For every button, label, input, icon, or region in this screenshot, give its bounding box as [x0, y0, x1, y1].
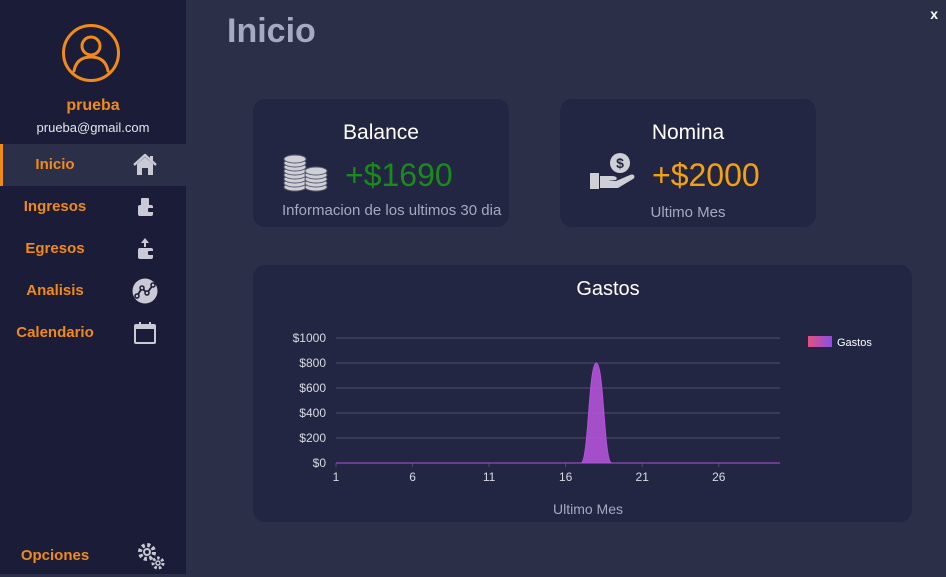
nomina-card-title: Nomina [651, 121, 725, 144]
sidebar-item-analisis[interactable]: Analisis [0, 270, 186, 312]
x-axis-label: Ultimo Mes [553, 501, 623, 517]
y-tick-label: $0 [313, 456, 327, 470]
chart-title: Gastos [576, 278, 639, 300]
wallet-out-icon [138, 238, 154, 259]
calendar-icon [134, 322, 156, 344]
sidebar-item-label: Opciones [20, 547, 90, 564]
user-avatar-icon [62, 24, 120, 82]
balance-card-title: Balance [343, 121, 419, 144]
x-tick-label: 11 [483, 470, 496, 484]
user-email: prueba@gmail.com [36, 120, 150, 135]
x-tick-label: 26 [712, 470, 726, 484]
legend-swatch [808, 336, 832, 347]
sidebar-item-label: Egresos [25, 240, 85, 257]
legend-label: Gastos [837, 337, 872, 349]
gears-icon [138, 543, 165, 570]
sidebar-item-opciones[interactable]: Opciones [0, 535, 186, 577]
home-icon [133, 153, 157, 175]
sidebar-item-label: Inicio [35, 156, 75, 173]
x-tick-label: 6 [409, 470, 416, 484]
close-button[interactable]: x [930, 6, 938, 22]
page-title: Inicio [227, 12, 316, 50]
x-tick-label: 16 [559, 470, 573, 484]
nomina-subtitle: Ultimo Mes [650, 204, 726, 221]
sidebar-item-ingresos[interactable]: Ingresos [0, 186, 186, 228]
coins-icon [283, 154, 328, 192]
x-tick-label: 1 [333, 470, 340, 484]
y-tick-label: $400 [299, 406, 326, 420]
sidebar: prueba prueba@gmail.com Inicio Ingresos … [0, 0, 186, 574]
sidebar-item-label: Analisis [26, 282, 84, 299]
sidebar-item-calendario[interactable]: Calendario [0, 312, 186, 354]
gastos-chart-card: Gastos $0 $200 $400 $600 $800 $1000 1 6 11 16 21 26 U… [253, 265, 912, 522]
salary-hand-icon: $ [590, 153, 635, 189]
user-name: prueba [66, 97, 120, 114]
nomina-amount: +$2000 [652, 157, 760, 193]
y-tick-label: $200 [299, 431, 326, 445]
balance-subtitle: Informacion de los ultimos 30 dia [282, 202, 502, 219]
balance-amount: +$1690 [345, 157, 453, 193]
sidebar-item-label: Ingresos [23, 198, 87, 215]
gastos-chart: Gastos$0$200$400$600$800$10001 6 11 16 21 26U… [293, 278, 873, 517]
sidebar-item-egresos[interactable]: Egresos [0, 228, 186, 270]
sidebar-item-inicio[interactable]: Inicio [0, 144, 186, 186]
y-tick-label: $600 [299, 381, 326, 395]
balance-card: Balance +$1690 Informacion de los ultimo… [253, 99, 509, 227]
sidebar-item-label: Calendario [16, 324, 94, 341]
y-tick-label: $1000 [293, 331, 327, 345]
y-tick-label: $800 [299, 356, 326, 370]
analytics-icon [132, 278, 158, 304]
wallet-in-icon [138, 198, 154, 216]
x-tick-label: 21 [636, 470, 650, 484]
svg-text:$: $ [616, 155, 624, 171]
nomina-card: Nomina $ +$2000 Ultimo Mes [560, 99, 816, 227]
